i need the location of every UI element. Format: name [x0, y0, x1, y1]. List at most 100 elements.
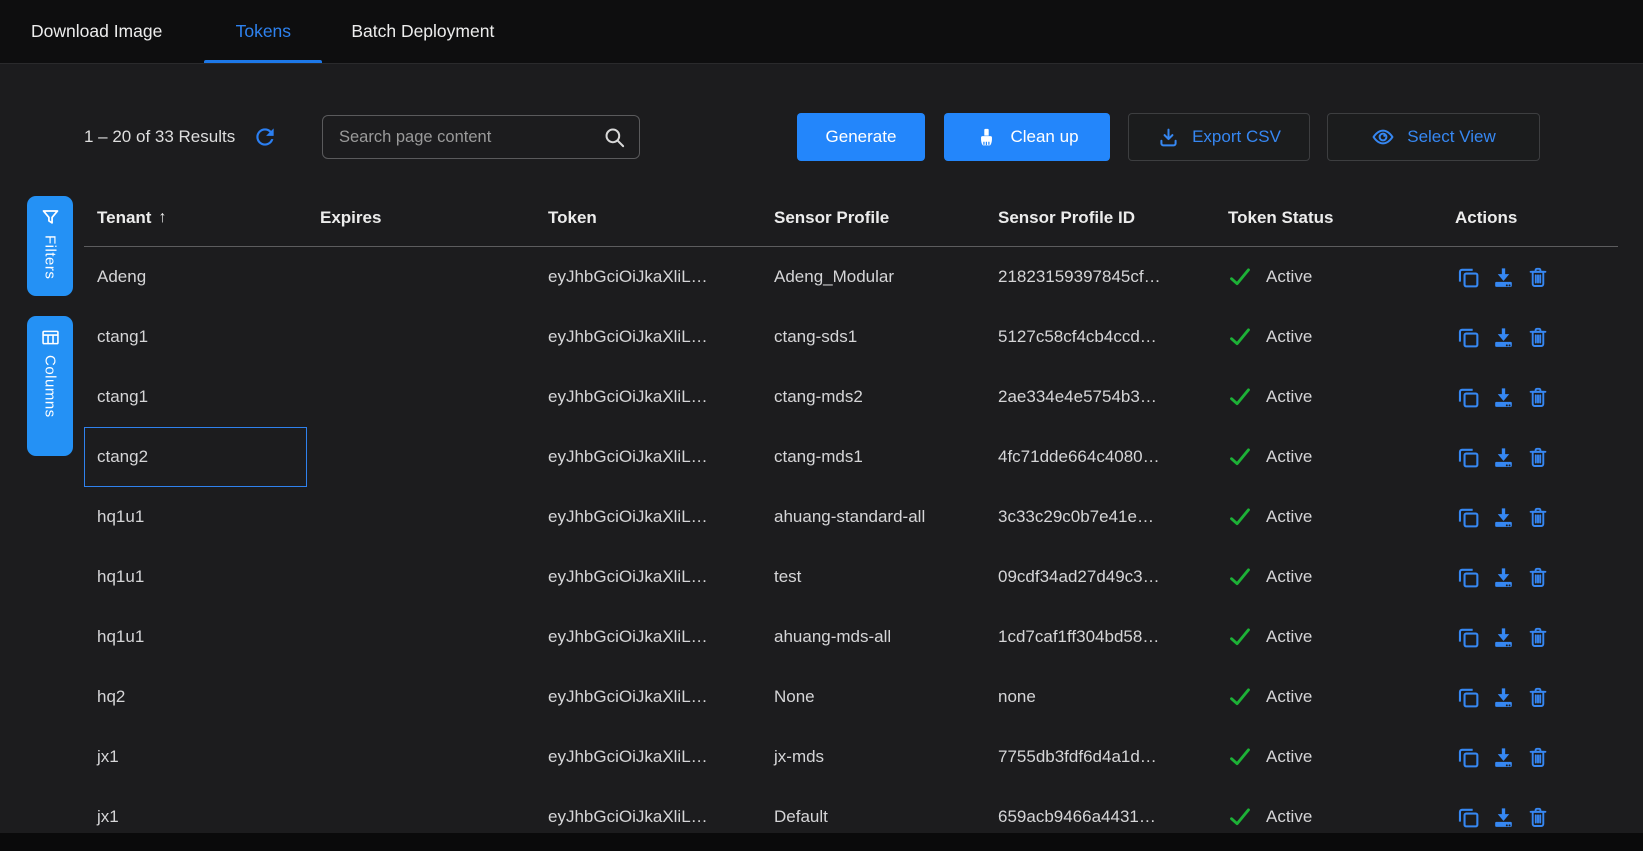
token-cell: eyJhbGciOiJkaXliL… [535, 807, 761, 827]
copy-icon [1456, 325, 1481, 350]
sensor-profile-id-cell: 7755db3fdf6d4a1d… [985, 747, 1215, 767]
copy-token-button[interactable] [1455, 504, 1481, 530]
delete-token-button[interactable] [1525, 504, 1551, 530]
table-row[interactable]: hq2 eyJhbGciOiJkaXliL… None none Active [84, 667, 1618, 727]
delete-token-button[interactable] [1525, 564, 1551, 590]
copy-token-button[interactable] [1455, 624, 1481, 650]
column-header-sensor-profile-id[interactable]: Sensor Profile ID [985, 208, 1215, 228]
copy-token-button[interactable] [1455, 324, 1481, 350]
actions-cell [1442, 504, 1618, 530]
table-row[interactable]: jx1 eyJhbGciOiJkaXliL… jx-mds 7755db3fdf… [84, 727, 1618, 787]
token-cell: eyJhbGciOiJkaXliL… [535, 687, 761, 707]
token-status-cell: Active [1215, 745, 1442, 769]
download-token-button[interactable] [1490, 564, 1516, 590]
token-status-cell: Active [1215, 505, 1442, 529]
tenant-value: hq2 [97, 687, 125, 707]
download-token-button[interactable] [1490, 624, 1516, 650]
table-row[interactable]: Adeng eyJhbGciOiJkaXliL… Adeng_Modular 2… [84, 247, 1618, 307]
tenant-cell[interactable]: ctang2 [84, 427, 307, 487]
sensor-profile-value: ahuang-mds-all [774, 627, 891, 647]
tenant-value: ctang1 [97, 327, 148, 347]
copy-icon [1456, 505, 1481, 530]
download-token-button[interactable] [1490, 804, 1516, 830]
tenant-cell[interactable]: jx1 [84, 807, 307, 827]
sensor-profile-cell: ctang-mds2 [761, 387, 985, 407]
download-token-button[interactable] [1490, 324, 1516, 350]
table-row[interactable]: jx1 eyJhbGciOiJkaXliL… Default 659acb946… [84, 787, 1618, 847]
sensor-profile-value: ctang-sds1 [774, 327, 857, 347]
tenant-cell[interactable]: hq1u1 [84, 627, 307, 647]
column-header-sensor-profile[interactable]: Sensor Profile [761, 208, 985, 228]
tenant-cell[interactable]: hq1u1 [84, 507, 307, 527]
tokens-table: Tenant ↑ Expires Token Sensor Profile Se… [84, 190, 1618, 847]
download-token-button[interactable] [1490, 384, 1516, 410]
tenant-cell[interactable]: Adeng [84, 267, 307, 287]
search-input[interactable] [323, 116, 603, 158]
column-header-token[interactable]: Token [535, 208, 761, 228]
delete-token-button[interactable] [1525, 444, 1551, 470]
table-row[interactable]: hq1u1 eyJhbGciOiJkaXliL… ahuang-standard… [84, 487, 1618, 547]
copy-token-button[interactable] [1455, 264, 1481, 290]
tenant-cell[interactable]: jx1 [84, 747, 307, 767]
sensor-profile-cell: ctang-mds1 [761, 447, 985, 467]
download-token-button[interactable] [1490, 744, 1516, 770]
copy-icon [1456, 265, 1481, 290]
columns-panel-tab[interactable]: Columns [27, 316, 73, 456]
table-row[interactable]: ctang2 eyJhbGciOiJkaXliL… ctang-mds1 4fc… [84, 427, 1618, 487]
export-csv-button[interactable]: Export CSV [1128, 113, 1310, 161]
export-csv-button-label: Export CSV [1192, 127, 1281, 147]
column-header-tenant[interactable]: Tenant ↑ [84, 208, 307, 228]
copy-token-button[interactable] [1455, 444, 1481, 470]
filters-panel-tab[interactable]: Filters [27, 196, 73, 296]
refresh-button[interactable] [251, 123, 279, 151]
copy-token-button[interactable] [1455, 384, 1481, 410]
column-header-expires[interactable]: Expires [307, 208, 535, 228]
token-status-cell: Active [1215, 325, 1442, 349]
token-cell: eyJhbGciOiJkaXliL… [535, 267, 761, 287]
tab-batch-deployment[interactable]: Batch Deployment [347, 0, 498, 63]
delete-token-button[interactable] [1525, 684, 1551, 710]
tenant-cell[interactable]: hq1u1 [84, 567, 307, 587]
select-view-button[interactable]: Select View [1327, 113, 1540, 161]
check-icon [1228, 685, 1252, 709]
table-row[interactable]: hq1u1 eyJhbGciOiJkaXliL… test 09cdf34ad2… [84, 547, 1618, 607]
delete-token-button[interactable] [1525, 264, 1551, 290]
token-status-cell: Active [1215, 265, 1442, 289]
copy-token-button[interactable] [1455, 804, 1481, 830]
tenant-cell[interactable]: hq2 [84, 687, 307, 707]
copy-token-button[interactable] [1455, 684, 1481, 710]
delete-token-button[interactable] [1525, 804, 1551, 830]
tenant-value: hq1u1 [97, 507, 144, 527]
delete-token-button[interactable] [1525, 384, 1551, 410]
delete-token-button[interactable] [1525, 624, 1551, 650]
generate-button[interactable]: Generate [797, 113, 925, 161]
sensor-profile-id-value: none [998, 687, 1036, 707]
sensor-profile-id-cell: 2ae334e4e5754b3… [985, 387, 1215, 407]
tenant-cell[interactable]: ctang1 [84, 387, 307, 407]
column-header-token-status[interactable]: Token Status [1215, 208, 1442, 228]
download-token-button[interactable] [1490, 444, 1516, 470]
tab-tokens[interactable]: Tokens [204, 0, 322, 63]
clean-up-button[interactable]: Clean up [944, 113, 1110, 161]
copy-token-button[interactable] [1455, 564, 1481, 590]
actions-cell [1442, 384, 1618, 410]
download-token-button[interactable] [1490, 264, 1516, 290]
table-row[interactable]: ctang1 eyJhbGciOiJkaXliL… ctang-mds2 2ae… [84, 367, 1618, 427]
table-row[interactable]: hq1u1 eyJhbGciOiJkaXliL… ahuang-mds-all … [84, 607, 1618, 667]
tenant-cell[interactable]: ctang1 [84, 327, 307, 347]
download-filled-icon [1491, 445, 1516, 470]
search-icon[interactable] [603, 126, 626, 149]
column-header-sensor-profile-id-label: Sensor Profile ID [998, 208, 1135, 228]
check-icon [1228, 505, 1252, 529]
delete-token-button[interactable] [1525, 324, 1551, 350]
token-status-cell: Active [1215, 445, 1442, 469]
token-status-value: Active [1266, 687, 1312, 707]
delete-token-button[interactable] [1525, 744, 1551, 770]
copy-token-button[interactable] [1455, 744, 1481, 770]
trash-icon [1526, 805, 1550, 829]
download-token-button[interactable] [1490, 504, 1516, 530]
download-token-button[interactable] [1490, 684, 1516, 710]
tab-download-image[interactable]: Download Image [27, 0, 166, 63]
sensor-profile-value: Default [774, 807, 828, 827]
table-row[interactable]: ctang1 eyJhbGciOiJkaXliL… ctang-sds1 512… [84, 307, 1618, 367]
